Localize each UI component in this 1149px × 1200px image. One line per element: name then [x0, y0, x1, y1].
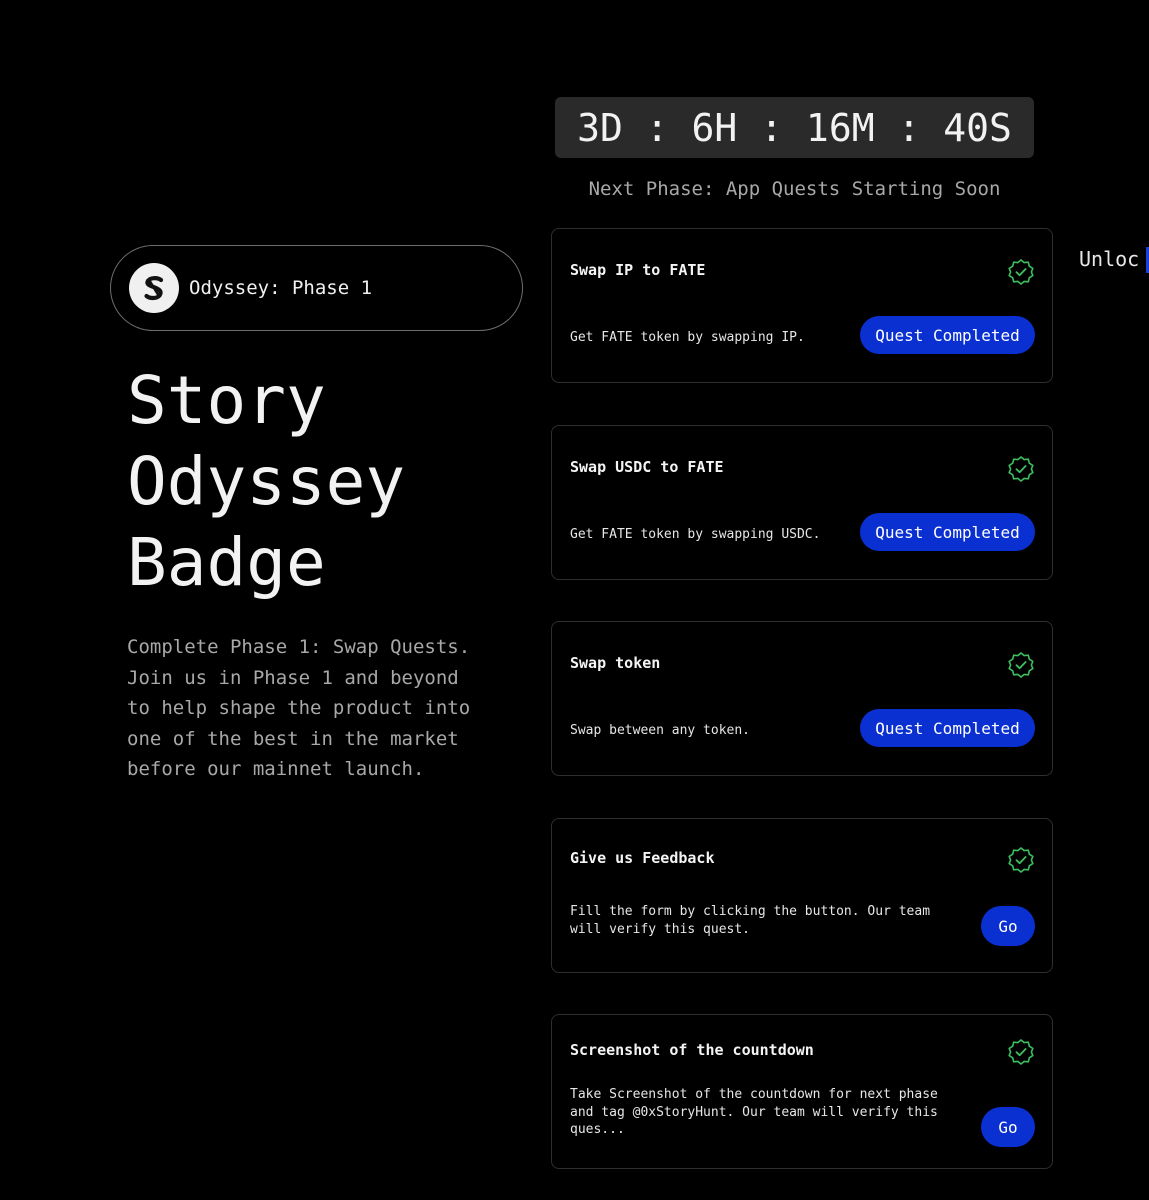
description-line: to help shape the product into [127, 697, 471, 719]
quest-card-screenshot: Screenshot of the countdown Take Screens… [551, 1014, 1053, 1169]
description-line: Complete Phase 1: Swap Quests. [127, 636, 471, 658]
quest-description-line: and tag @0xStoryHunt. Our team will veri… [570, 1104, 938, 1120]
story-s-logo-icon [129, 263, 179, 313]
quest-card-swap-token: Swap token Swap between any token. Quest… [551, 621, 1053, 776]
quest-description-line: ques... [570, 1122, 625, 1137]
go-button[interactable]: Go [981, 1107, 1035, 1147]
title-line: Odyssey [127, 443, 406, 520]
check-badge-icon [1008, 847, 1034, 873]
phase-pill: Odyssey: Phase 1 [110, 245, 523, 331]
quest-completed-button[interactable]: Quest Completed [860, 513, 1035, 551]
title-line: Story [127, 362, 326, 439]
go-button[interactable]: Go [981, 906, 1035, 946]
quest-card-feedback: Give us Feedback Fill the form by clicki… [551, 818, 1053, 973]
quest-completed-button[interactable]: Quest Completed [860, 316, 1035, 354]
unlock-text: Unloc [1079, 247, 1140, 271]
quest-title: Screenshot of the countdown [570, 1041, 814, 1059]
phase-description: Complete Phase 1: Swap Quests. Join us i… [127, 632, 507, 785]
phase-label: Odyssey: Phase 1 [189, 277, 373, 299]
check-badge-icon [1008, 259, 1034, 285]
check-badge-icon [1008, 652, 1034, 678]
quest-title: Swap IP to FATE [570, 261, 706, 279]
quest-card-swap-usdc: Swap USDC to FATE Get FATE token by swap… [551, 425, 1053, 580]
description-line: one of the best in the market [127, 727, 459, 750]
quest-description-line: Take Screenshot of the countdown for nex… [570, 1087, 938, 1102]
quest-description-line: will verify this quest. [570, 921, 751, 937]
quest-description: Take Screenshot of the countdown for nex… [570, 1086, 955, 1139]
description-line: before our mainnet launch. [127, 758, 425, 780]
description-line: Join us in Phase 1 and beyond [127, 666, 459, 689]
quest-title: Give us Feedback [570, 849, 715, 867]
check-badge-icon [1008, 456, 1034, 482]
title-line: Badge [127, 524, 326, 601]
check-badge-icon [1008, 1039, 1034, 1065]
page: 3D : 6H : 16M : 40S Next Phase: App Ques… [0, 0, 1149, 1200]
quest-description-line: Fill the form by clicking the button. Ou… [570, 904, 931, 919]
quest-card-swap-ip: Swap IP to FATE Get FATE token by swappi… [551, 228, 1053, 383]
quest-description: Fill the form by clicking the button. Ou… [570, 903, 955, 938]
quest-title: Swap token [570, 654, 661, 672]
quest-title: Swap USDC to FATE [570, 458, 724, 476]
countdown-text: 3D : 6H : 16M : 40S [577, 105, 1012, 150]
next-phase-text: Next Phase: App Quests Starting Soon [588, 178, 1001, 200]
countdown-timer: 3D : 6H : 16M : 40S [555, 97, 1034, 158]
page-title: Story Odyssey Badge [127, 360, 405, 603]
quest-completed-button[interactable]: Quest Completed [860, 709, 1035, 747]
